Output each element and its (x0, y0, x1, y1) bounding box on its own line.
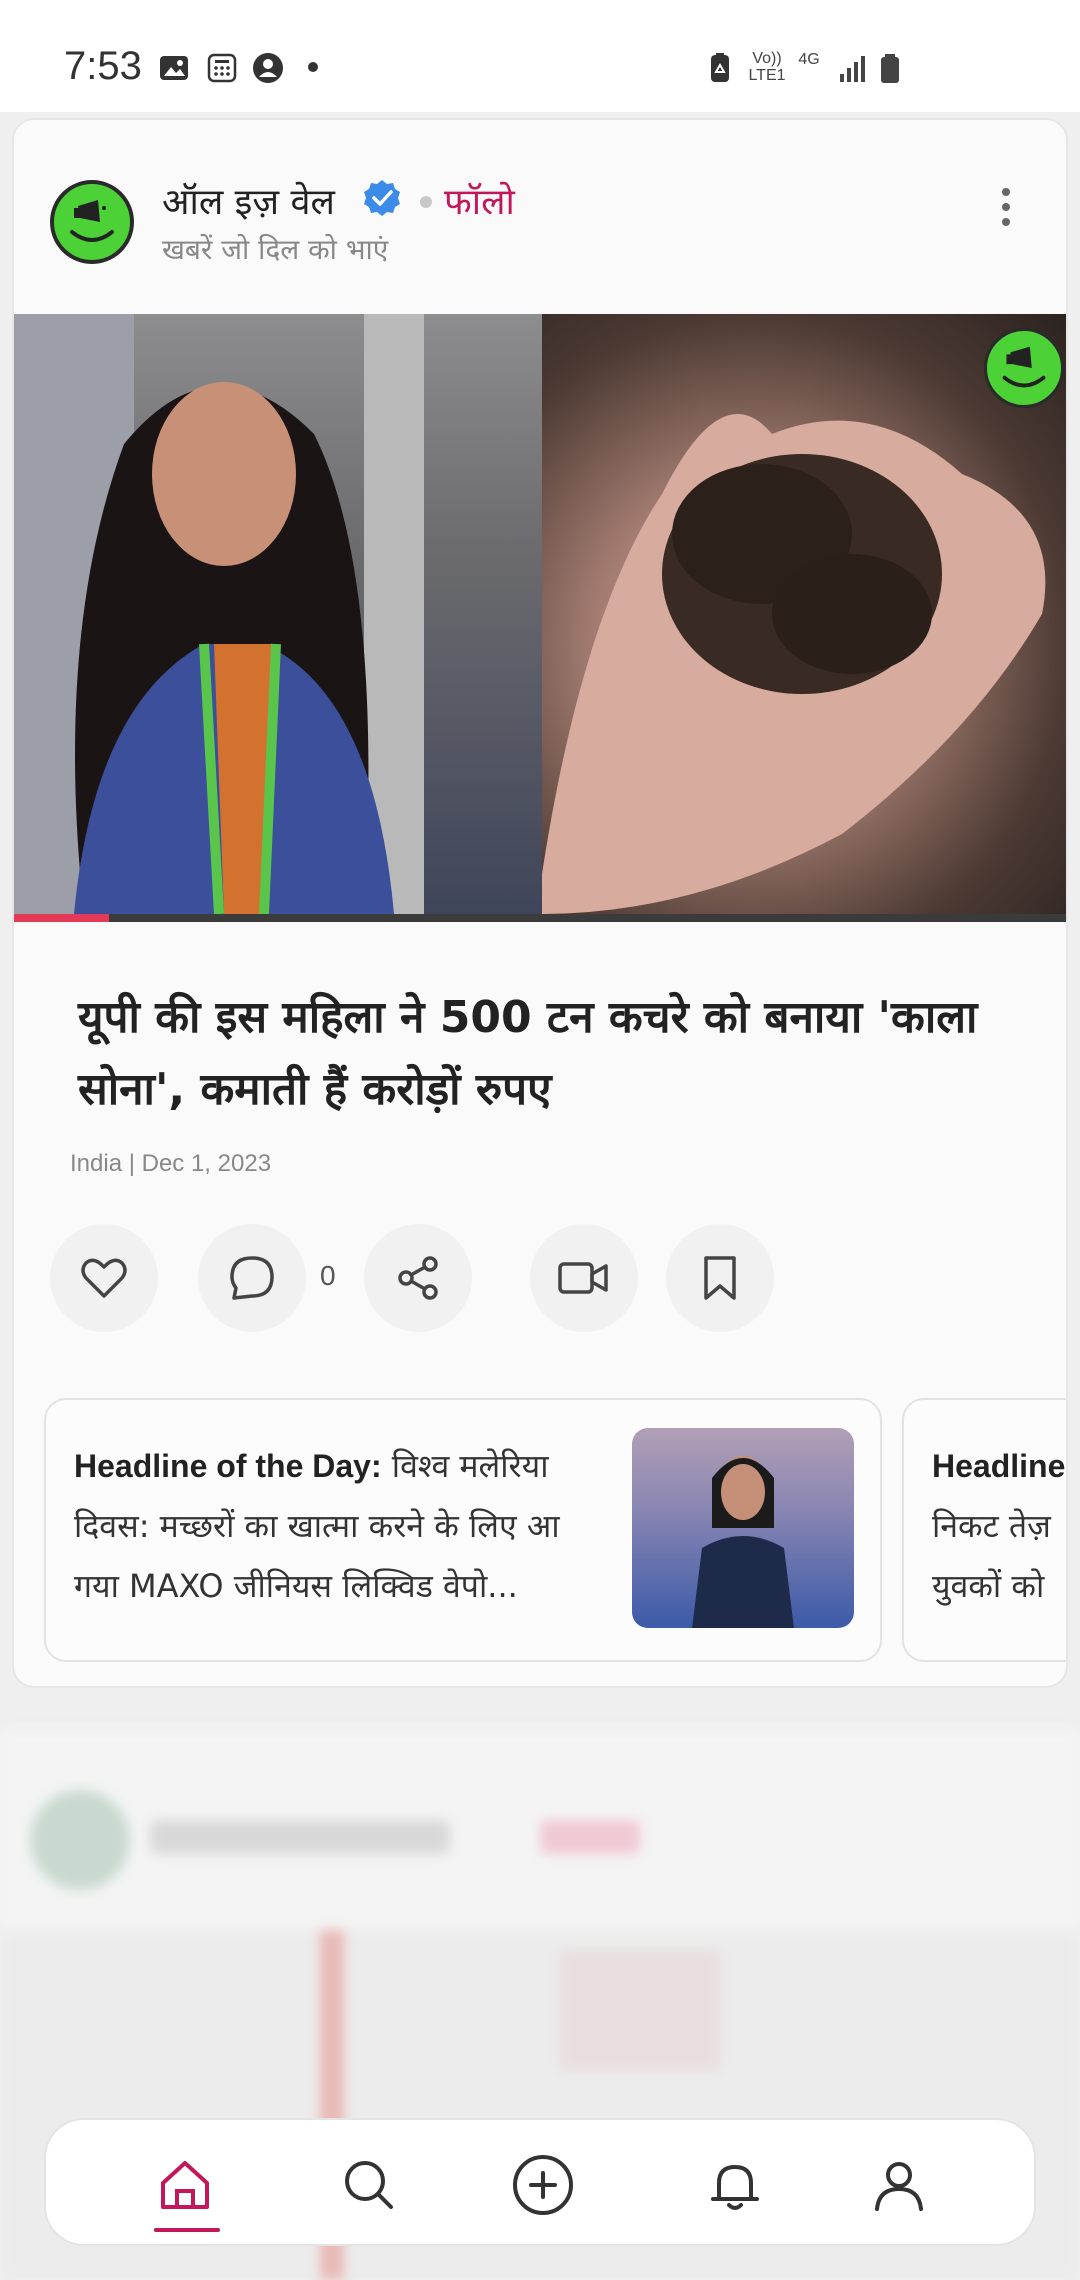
headline-of-the-day-card[interactable]: Headline of the Day: विश्व मलेरिया दिवस:… (44, 1398, 882, 1662)
add-icon (513, 2155, 573, 2215)
video-progress-bar[interactable] (14, 914, 1066, 922)
network-4g-indicator: 4G (798, 51, 820, 68)
channel-watermark-icon (984, 328, 1064, 408)
search-icon (345, 2161, 393, 2209)
share-button[interactable] (364, 1224, 472, 1332)
nav-add[interactable] (508, 2150, 578, 2220)
anchor-illustration (692, 1456, 794, 1628)
post-video-thumbnail[interactable] (14, 314, 1066, 922)
dot-icon (308, 62, 318, 72)
headline-card-next-label: Headline (932, 1448, 1066, 1484)
follow-button[interactable]: फॉलो (444, 176, 515, 225)
separator-dot (420, 196, 432, 208)
headline-card-thumbnail (632, 1428, 854, 1628)
more-options-icon[interactable] (986, 182, 1026, 232)
comment-icon (230, 1256, 274, 1300)
account-icon (253, 53, 283, 83)
signal-icon (840, 56, 865, 82)
comment-button[interactable] (198, 1224, 306, 1332)
profile-icon (875, 2162, 923, 2211)
nav-home[interactable] (150, 2150, 220, 2220)
share-icon (398, 1256, 438, 1300)
image-icon (160, 56, 188, 80)
bookmark-icon (704, 1256, 736, 1300)
post-headline[interactable]: यूपी की इस महिला ने 500 टन कचरे को बनाया… (78, 982, 978, 1126)
headline-card-next-text: Headline निकट तेज़ युवकों को (932, 1436, 1066, 1616)
video-progress-fill (14, 914, 110, 922)
nav-search[interactable] (334, 2150, 404, 2220)
headline-card-text: Headline of the Day: विश्व मलेरिया दिवस:… (74, 1436, 604, 1616)
headline-card-next[interactable]: Headline निकट तेज़ युवकों को (902, 1398, 1066, 1662)
headline-card-next-body: निकट तेज़ युवकों को (932, 1507, 1051, 1605)
status-bar: 7:53 Vo)) LTE1 4G (0, 0, 1080, 112)
channel-avatar[interactable] (50, 180, 134, 264)
post-card: ऑल इज़ वेल फॉलो खबरें जो दिल को भाएं यूप… (12, 118, 1068, 1688)
calculator-icon (207, 53, 237, 83)
headline-card-label: Headline of the Day: (74, 1448, 382, 1484)
bell-icon (711, 2165, 759, 2210)
battery-icon (881, 54, 899, 83)
recycle-icon (711, 53, 729, 82)
status-time: 7:53 (64, 44, 142, 88)
nav-active-indicator (154, 2228, 220, 2232)
video-button[interactable] (530, 1224, 638, 1332)
video-icon (558, 1262, 608, 1294)
bookmark-button[interactable] (666, 1224, 774, 1332)
woman-photo (14, 314, 542, 915)
post-meta: India | Dec 1, 2023 (70, 1150, 272, 1177)
heart-icon (81, 1258, 127, 1298)
nav-profile[interactable] (864, 2150, 934, 2220)
woman-illustration (14, 314, 424, 915)
channel-name[interactable]: ऑल इज़ वेल (162, 176, 335, 225)
channel-tagline: खबरें जो दिल को भाएं (162, 233, 389, 266)
volte-indicator: Vo)) LTE1 (748, 50, 786, 84)
megaphone-logo-icon (70, 200, 114, 242)
home-icon (161, 2161, 209, 2209)
verified-badge-icon (364, 180, 400, 216)
comment-count: 0 (320, 1260, 336, 1291)
bottom-navigation (44, 2118, 1036, 2246)
like-button[interactable] (50, 1224, 158, 1332)
nav-notifications[interactable] (700, 2150, 770, 2220)
